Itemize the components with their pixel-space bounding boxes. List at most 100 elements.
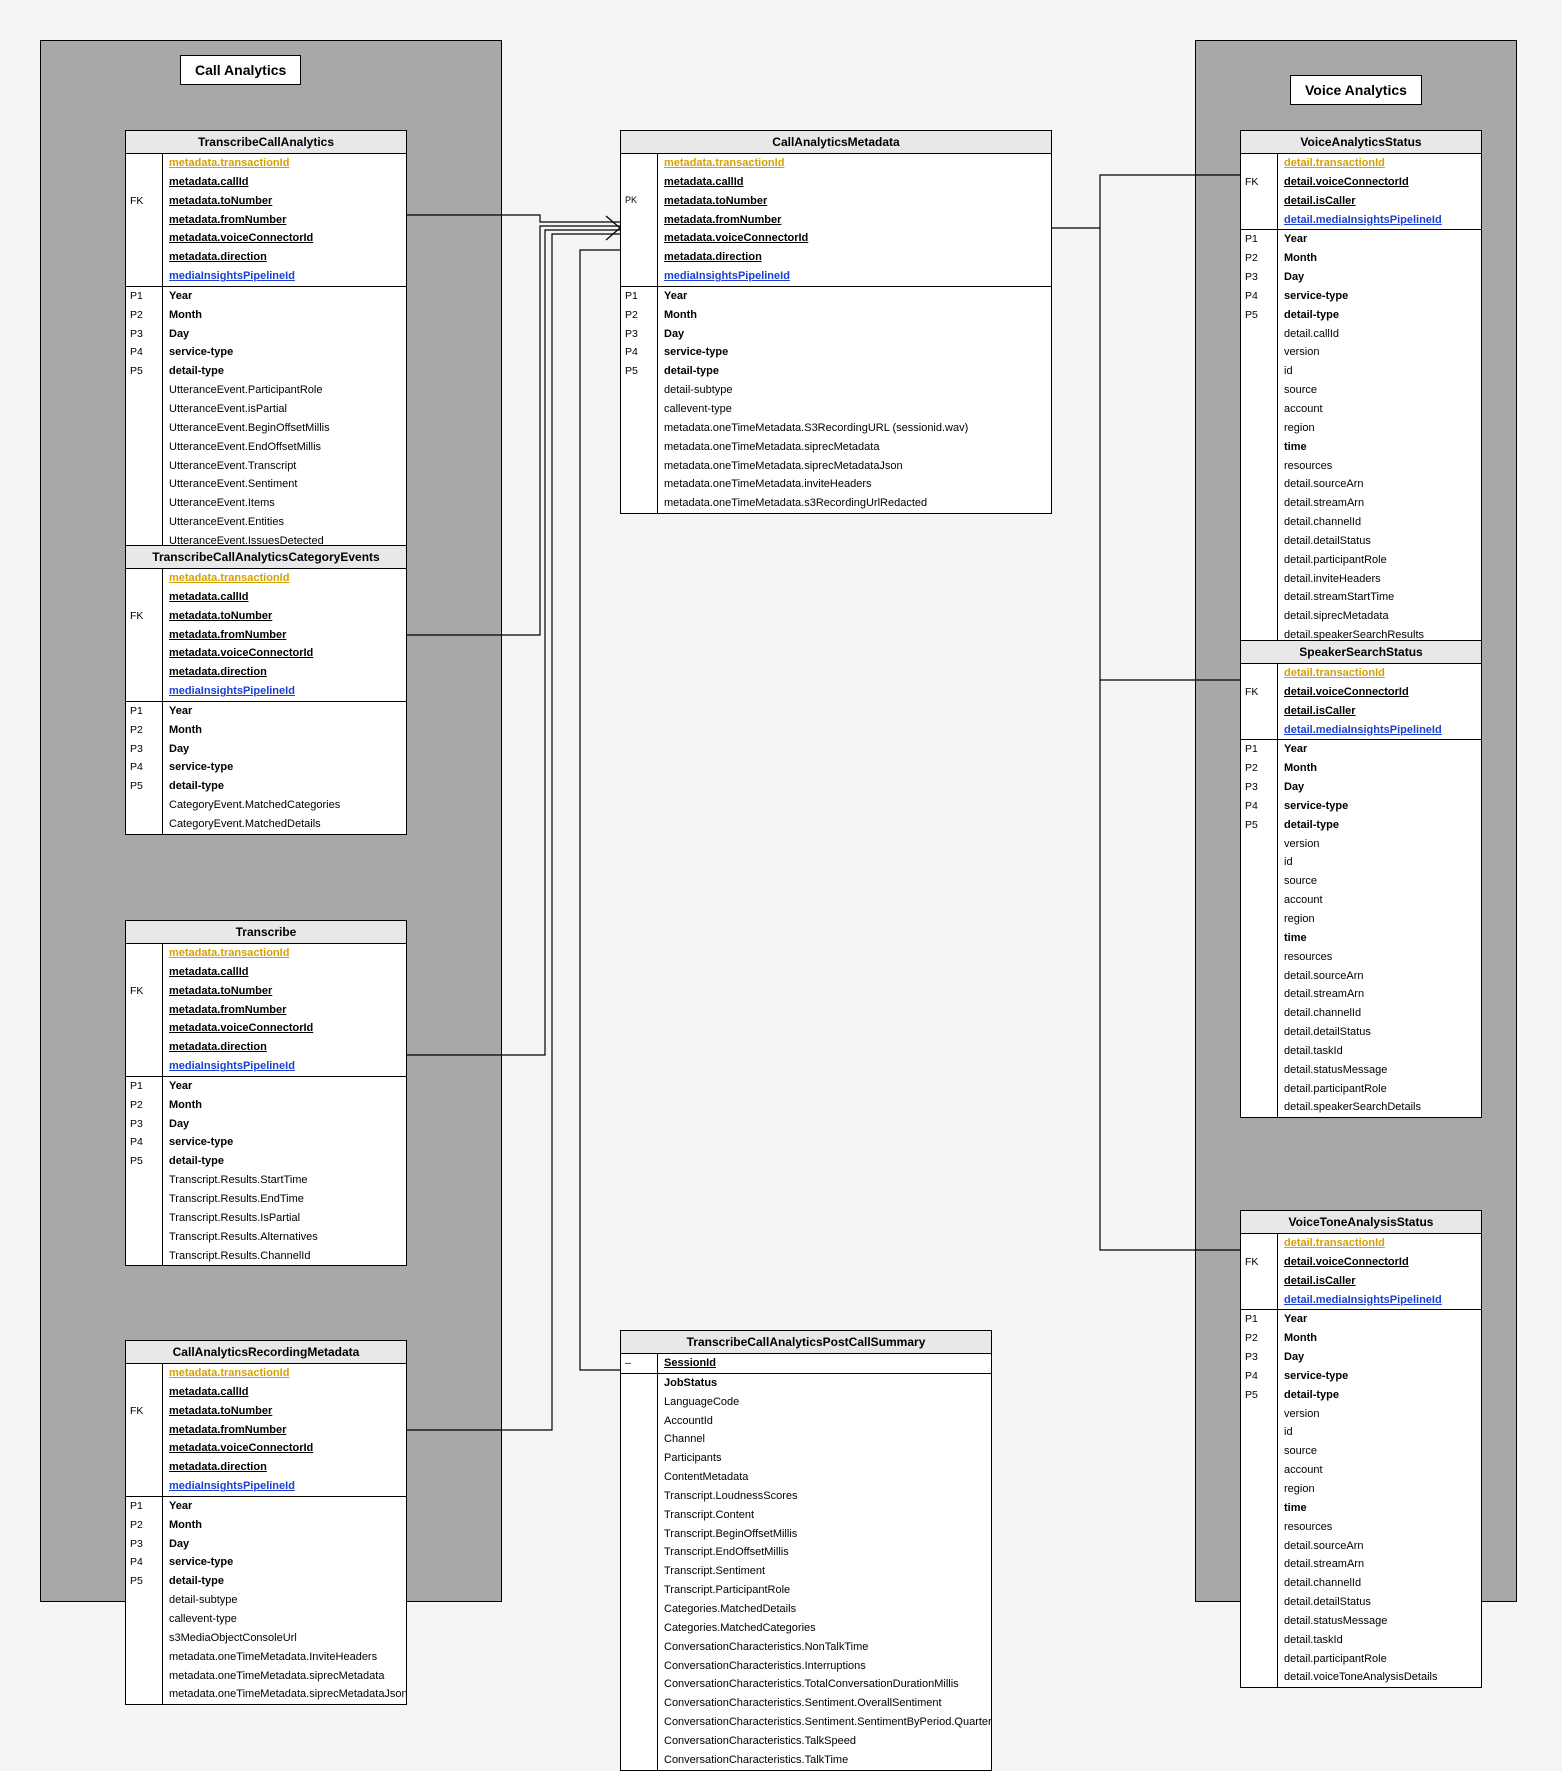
- partition-field: Month: [1278, 1329, 1481, 1348]
- body-field: CategoryEvent.MatchedDetails: [163, 815, 406, 834]
- group-title-voice: Voice Analytics: [1290, 75, 1422, 105]
- body-field: account: [1278, 891, 1481, 910]
- entity-transcribe-call-analytics-post-call-summary: TranscribeCallAnalyticsPostCallSummary–S…: [620, 1330, 992, 1771]
- entity-voice-analytics-status: VoiceAnalyticsStatusdetail.transactionId…: [1240, 130, 1482, 684]
- fk-field: metadata.voiceConnectorId: [163, 644, 406, 663]
- fk-field: mediaInsightsPipelineId: [163, 267, 406, 286]
- fk-field: metadata.direction: [163, 663, 406, 682]
- partition-field: Month: [163, 1516, 406, 1535]
- body-field: detail.streamArn: [1278, 1555, 1481, 1574]
- body-field: Transcript.Content: [658, 1506, 991, 1525]
- entity-voice-tone-analysis-status: VoiceToneAnalysisStatusdetail.transactio…: [1240, 1210, 1482, 1688]
- body-field: metadata.oneTimeMetadata.siprecMetadata: [163, 1667, 406, 1686]
- body-field: detail.participantRole: [1278, 1080, 1481, 1099]
- body-field: CategoryEvent.MatchedCategories: [163, 796, 406, 815]
- body-field: detail.sourceArn: [1278, 475, 1481, 494]
- body-field: detail.siprecMetadata: [1278, 607, 1481, 626]
- body-field: detail.channelId: [1278, 1574, 1481, 1593]
- partition-field: service-type: [163, 1553, 406, 1572]
- body-field: detail.voiceToneAnalysisDetails: [1278, 1668, 1481, 1687]
- fk-field: detail.mediaInsightsPipelineId: [1278, 1291, 1481, 1310]
- body-field: callevent-type: [658, 400, 1051, 419]
- group-title-call: Call Analytics: [180, 55, 301, 85]
- fk-field: metadata.transactionId: [163, 154, 406, 173]
- fk-field: metadata.toNumber: [658, 192, 1051, 211]
- fk-field: detail.transactionId: [1278, 664, 1481, 683]
- body-field: resources: [1278, 1518, 1481, 1537]
- partition-field: service-type: [1278, 797, 1481, 816]
- body-field: Transcript.Results.StartTime: [163, 1171, 406, 1190]
- partition-field: Year: [163, 287, 406, 306]
- partition-field: Month: [163, 721, 406, 740]
- body-field: detail.taskId: [1278, 1631, 1481, 1650]
- body-field: UtteranceEvent.Sentiment: [163, 475, 406, 494]
- body-field: s3MediaObjectConsoleUrl: [163, 1629, 406, 1648]
- entity-call-analytics-metadata: CallAnalyticsMetadatametadata.transactio…: [620, 130, 1052, 514]
- fk-field: metadata.voiceConnectorId: [163, 1439, 406, 1458]
- body-field: UtteranceEvent.isPartial: [163, 400, 406, 419]
- body-field: detail.participantRole: [1278, 1650, 1481, 1669]
- partition-field: Month: [1278, 249, 1481, 268]
- fk-field: detail.transactionId: [1278, 1234, 1481, 1253]
- fk-field: detail.isCaller: [1278, 1272, 1481, 1291]
- body-field: ConversationCharacteristics.TalkSpeed: [658, 1732, 991, 1751]
- partition-field: Day: [1278, 778, 1481, 797]
- body-field: UtteranceEvent.BeginOffsetMillis: [163, 419, 406, 438]
- body-field: LanguageCode: [658, 1393, 991, 1412]
- body-field: metadata.oneTimeMetadata.s3RecordingUrlR…: [658, 494, 1051, 513]
- partition-field: Day: [658, 325, 1051, 344]
- fk-field: mediaInsightsPipelineId: [163, 1477, 406, 1496]
- body-field: JobStatus: [658, 1374, 991, 1393]
- fk-field: metadata.direction: [163, 248, 406, 267]
- entity-transcribe-call-analytics-category-events: TranscribeCallAnalyticsCategoryEventsmet…: [125, 545, 407, 835]
- body-field: callevent-type: [163, 1610, 406, 1629]
- body-field: Transcript.Sentiment: [658, 1562, 991, 1581]
- body-field: detail.statusMessage: [1278, 1612, 1481, 1631]
- fk-field: metadata.direction: [163, 1038, 406, 1057]
- partition-field: Year: [163, 1077, 406, 1096]
- body-field: account: [1278, 400, 1481, 419]
- partition-field: Year: [1278, 1310, 1481, 1329]
- body-field: detail.streamArn: [1278, 985, 1481, 1004]
- body-field: Categories.MatchedCategories: [658, 1619, 991, 1638]
- body-field: detail.channelId: [1278, 1004, 1481, 1023]
- fk-field: metadata.callId: [163, 1383, 406, 1402]
- body-field: id: [1278, 853, 1481, 872]
- fk-field: metadata.voiceConnectorId: [163, 229, 406, 248]
- partition-field: Day: [1278, 1348, 1481, 1367]
- partition-field: service-type: [1278, 287, 1481, 306]
- fk-field: metadata.transactionId: [163, 569, 406, 588]
- body-field: metadata.oneTimeMetadata.InviteHeaders: [163, 1648, 406, 1667]
- body-field: Transcript.Results.ChannelId: [163, 1247, 406, 1266]
- partition-field: Month: [658, 306, 1051, 325]
- fk-field: metadata.callId: [658, 173, 1051, 192]
- fk-field: metadata.transactionId: [658, 154, 1051, 173]
- body-field: detail.streamStartTime: [1278, 588, 1481, 607]
- body-field: ConversationCharacteristics.Sentiment.Se…: [658, 1713, 998, 1732]
- body-field: Categories.MatchedDetails: [658, 1600, 991, 1619]
- partition-field: detail-type: [163, 1152, 406, 1171]
- body-field: detail-subtype: [163, 1591, 406, 1610]
- partition-field: Day: [163, 740, 406, 759]
- entity-title: CallAnalyticsRecordingMetadata: [126, 1341, 406, 1364]
- partition-field: Year: [1278, 740, 1481, 759]
- partition-field: Month: [163, 1096, 406, 1115]
- body-field: ContentMetadata: [658, 1468, 991, 1487]
- body-field: UtteranceEvent.Items: [163, 494, 406, 513]
- body-field: metadata.oneTimeMetadata.inviteHeaders: [658, 475, 1051, 494]
- partition-field: Month: [1278, 759, 1481, 778]
- body-field: metadata.oneTimeMetadata.siprecMetadataJ…: [163, 1685, 414, 1704]
- body-field: detail.statusMessage: [1278, 1061, 1481, 1080]
- body-field: id: [1278, 1423, 1481, 1442]
- fk-field: metadata.direction: [658, 248, 1051, 267]
- fk-field: metadata.toNumber: [163, 982, 406, 1001]
- partition-field: service-type: [163, 758, 406, 777]
- fk-field: detail.voiceConnectorId: [1278, 683, 1481, 702]
- body-field: detail.sourceArn: [1278, 967, 1481, 986]
- fk-field: metadata.fromNumber: [163, 1421, 406, 1440]
- entity-title: SpeakerSearchStatus: [1241, 641, 1481, 664]
- fk-field: metadata.voiceConnectorId: [658, 229, 1051, 248]
- partition-field: Year: [658, 287, 1051, 306]
- fk-field: mediaInsightsPipelineId: [658, 267, 1051, 286]
- partition-field: Month: [163, 306, 406, 325]
